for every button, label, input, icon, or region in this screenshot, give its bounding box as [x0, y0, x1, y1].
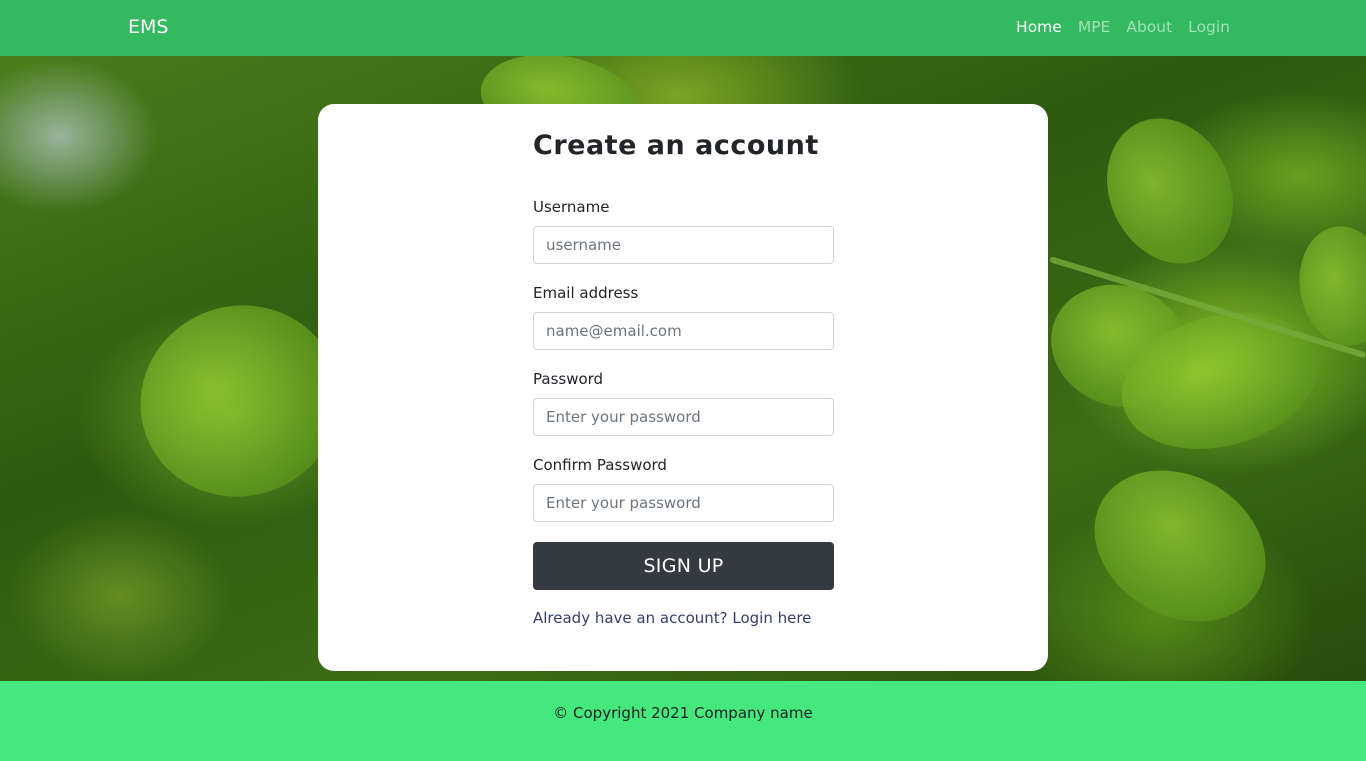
leaf-shape — [1083, 97, 1257, 285]
nav-link-home[interactable]: Home — [1016, 18, 1062, 36]
confirm-password-input[interactable] — [533, 484, 834, 522]
confirm-password-label: Confirm Password — [533, 456, 667, 474]
brand-link[interactable]: EMS — [128, 16, 168, 38]
footer: © Copyright 2021 Company name — [0, 681, 1366, 761]
page-title: Create an account — [533, 130, 819, 161]
copyright-text: © Copyright 2021 Company name — [553, 704, 813, 722]
nav-link-about[interactable]: About — [1126, 18, 1172, 36]
leaf-shape — [1067, 440, 1293, 652]
nav-link-mpe[interactable]: MPE — [1078, 18, 1111, 36]
sign-up-button[interactable]: SIGN UP — [533, 542, 834, 590]
password-input[interactable] — [533, 398, 834, 436]
username-input[interactable] — [533, 226, 834, 264]
nav-link-login[interactable]: Login — [1188, 18, 1230, 36]
username-label: Username — [533, 198, 610, 216]
email-input[interactable] — [533, 312, 834, 350]
signup-card: Create an account Username Email address… — [318, 104, 1048, 671]
navbar: EMS Home MPE About Login — [0, 0, 1366, 56]
login-here-link[interactable]: Already have an account? Login here — [533, 609, 853, 627]
password-label: Password — [533, 370, 604, 388]
email-label: Email address — [533, 284, 639, 302]
nav-links: Home MPE About Login — [1016, 18, 1230, 36]
